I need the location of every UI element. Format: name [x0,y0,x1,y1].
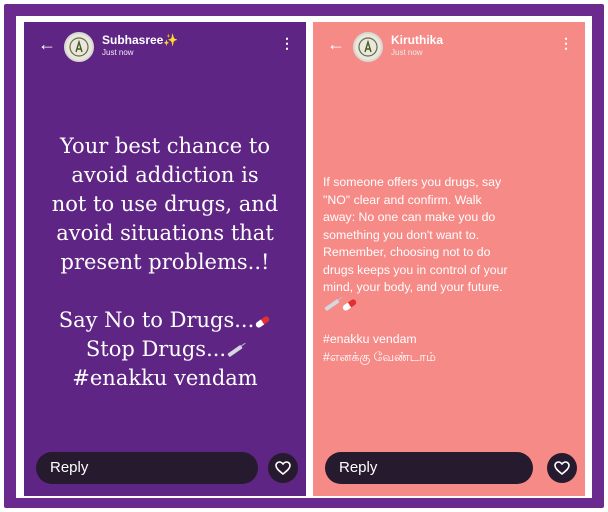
story-header: ← Subhasree✨ Just now ⋮ [24,32,306,64]
reply-row: Reply [24,452,306,484]
heart-icon [275,461,291,475]
story-line: Stop Drugs... [36,335,294,364]
story-line: Your best chance to [60,134,270,158]
pill-icon [254,314,271,329]
syringe-icon [324,299,340,312]
more-options-icon[interactable]: ⋮ [559,36,573,50]
avatar-emblem-icon [358,37,378,57]
more-options-icon[interactable]: ⋮ [280,36,294,50]
story-line: mind, your body, and your future. [323,280,503,294]
syringe-icon [227,344,243,357]
story-text: Your best chance to avoid addiction is n… [36,132,294,393]
story-line: avoid addiction is [71,163,259,187]
story-line: avoid situations that [56,221,274,245]
hashtag: #enakku vendam [72,366,258,390]
story-line: Remember, choosing not to do [323,245,491,259]
reply-input[interactable]: Reply [36,452,258,484]
hashtag: #enakku vendam [323,332,417,346]
reply-row: Reply [313,452,585,484]
story-panel-kiruthika: ← Kiruthika Just now ⋮ If someone offers… [313,22,585,496]
story-panel-subhasree: ← Subhasree✨ Just now ⋮ Your best chance… [24,22,306,496]
post-timestamp: Just now [391,48,423,57]
story-line: If someone offers you drugs, say [323,175,502,189]
hashtag-tamil: #எனக்கு வேண்டாம் [323,349,436,364]
post-timestamp: Just now [102,48,134,57]
like-button[interactable] [268,453,298,483]
avatar[interactable] [353,32,383,62]
stop-drugs-text: Stop Drugs... [85,337,227,361]
story-line: not to use drugs, and [51,192,279,216]
reply-input[interactable]: Reply [325,452,533,484]
back-arrow-icon[interactable]: ← [38,34,56,54]
story-line: present problems..! [60,250,270,274]
heart-icon [554,461,570,475]
avatar[interactable] [64,32,94,62]
like-button[interactable] [547,453,577,483]
story-line: "NO" clear and confirm. Walk [323,192,482,207]
pill-icon [341,298,358,313]
back-arrow-icon[interactable]: ← [327,34,345,54]
user-name[interactable]: Kiruthika [391,33,443,47]
say-no-text: Say No to Drugs... [58,308,255,332]
story-text: If someone offers you drugs, say "NO" cl… [323,174,575,366]
emoji-line [323,297,575,315]
user-name[interactable]: Subhasree✨ [102,33,178,47]
story-line: something you don't want to. [323,227,480,242]
story-line: away: No one can make you do [323,210,496,224]
story-header: ← Kiruthika Just now ⋮ [313,32,585,64]
avatar-emblem-icon [69,37,89,57]
story-line: drugs keeps you in control of your [323,262,508,277]
story-line: Say No to Drugs... [36,306,294,335]
